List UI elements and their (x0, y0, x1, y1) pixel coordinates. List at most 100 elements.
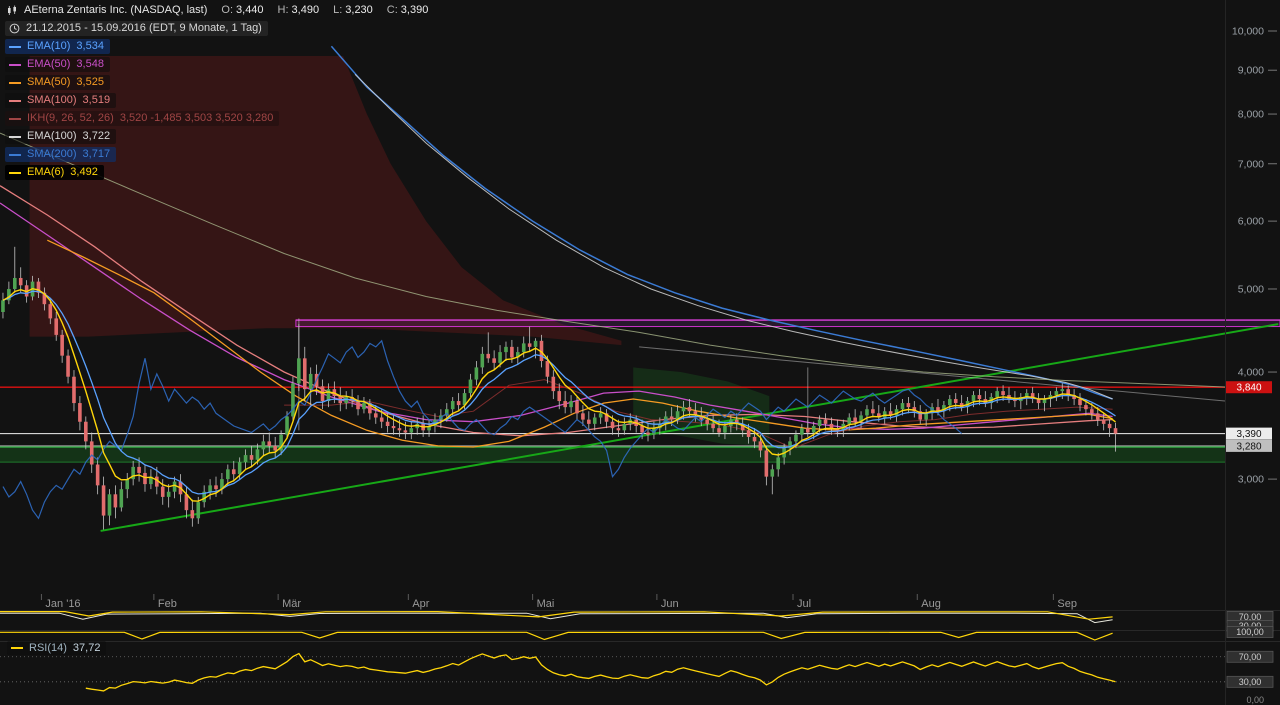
indicator-name: EMA(50) (27, 58, 71, 70)
candle (977, 395, 982, 400)
svg-text:Mai: Mai (537, 598, 555, 610)
candle (1054, 391, 1059, 396)
candle (569, 401, 573, 408)
candle (563, 401, 567, 408)
candle (823, 419, 828, 424)
svg-text:7,000: 7,000 (1238, 158, 1264, 170)
indicator-strip-1[interactable]: 70,0030,00 (0, 610, 1274, 632)
candle (190, 510, 195, 519)
resistance-rectangle[interactable] (295, 319, 1280, 328)
indicator-value: 37,72 (72, 642, 101, 654)
candle (557, 391, 562, 402)
candle (971, 395, 976, 402)
rsi-panel[interactable]: 70,00 30,00 0,00 (0, 650, 1274, 705)
svg-text:Jul: Jul (797, 598, 811, 610)
candle (853, 417, 857, 422)
candle (882, 411, 887, 418)
candle (545, 361, 550, 377)
candle (468, 379, 473, 394)
open-value: O: 3,440 (221, 4, 264, 16)
candle (723, 426, 727, 433)
candle (243, 455, 248, 463)
legend-color-dash (9, 117, 21, 120)
candle (575, 401, 579, 414)
indicator-strip-2[interactable]: 100,00 (0, 626, 1274, 641)
candle (137, 466, 141, 473)
candle (166, 491, 171, 497)
candle (587, 419, 591, 424)
candle (533, 340, 538, 347)
price-axis[interactable]: 10,000 9,000 8,000 7,000 6,000 5,000 4,000 3,00… (1226, 26, 1277, 486)
legend-item-ema50[interactable]: EMA(50) 3,548 (5, 57, 110, 72)
candle (527, 343, 532, 347)
time-axis[interactable]: Jan '16 Feb Mär Apr Mai Jun Jul Aug Sep (40, 594, 1077, 610)
candle (646, 432, 650, 435)
candle (640, 426, 644, 433)
candle (95, 464, 100, 486)
legend-item-ikh[interactable]: IKH(9, 26, 52, 26) 3,520 -1,485 3,503 3,5… (5, 111, 280, 126)
candle (143, 472, 147, 485)
legend-color-dash (11, 647, 23, 649)
candle (681, 407, 686, 412)
candle (1095, 413, 1100, 420)
overlay-EMA(100)[interactable] (354, 74, 1113, 400)
candle (610, 421, 615, 429)
rsi-line (85, 652, 1116, 692)
svg-text:Jan '16: Jan '16 (45, 598, 80, 610)
candle (397, 428, 402, 431)
candle (758, 441, 763, 451)
candle (18, 277, 23, 286)
candle (948, 399, 952, 406)
legend-item-ema6[interactable]: EMA(6) 3,492 (5, 165, 104, 180)
legend-color-dash (9, 171, 21, 174)
clock-icon (9, 23, 20, 34)
svg-text:Feb: Feb (158, 598, 177, 610)
candle (450, 401, 455, 410)
indicator-value: 3,525 (76, 76, 104, 88)
candle (403, 430, 408, 433)
candle (480, 353, 485, 368)
svg-text:Aug: Aug (921, 598, 941, 610)
candle (1107, 423, 1112, 429)
candle (900, 403, 905, 410)
svg-text:3,840: 3,840 (1236, 383, 1261, 394)
candle (273, 445, 277, 451)
legend-color-dash (9, 99, 21, 102)
candle (592, 417, 597, 424)
legend-color-dash (9, 81, 21, 84)
svg-text:3,000: 3,000 (1238, 474, 1264, 486)
candlestick-icon (7, 5, 18, 16)
legend-item-ema100[interactable]: EMA(100) 3,722 (5, 129, 117, 144)
svg-text:100,00: 100,00 (1236, 627, 1264, 637)
candle (1101, 419, 1106, 424)
indicator-name: EMA(10) (27, 40, 71, 52)
legend-item-ema10[interactable]: EMA(10) 3,534 (5, 39, 110, 54)
candle (687, 407, 692, 412)
indicator-name: RSI(14) (29, 642, 67, 654)
candle (817, 419, 822, 427)
candle (800, 428, 804, 435)
candle (255, 449, 260, 460)
candle (521, 343, 526, 353)
overlay-SMA(200)[interactable] (330, 45, 1113, 400)
period-selector[interactable]: 21.12.2015 - 15.09.2016 (EDT, 9 Monate, … (5, 21, 268, 36)
support-band[interactable] (0, 446, 1225, 463)
candle (598, 413, 603, 418)
legend-item-sma50[interactable]: SMA(50) 3,525 (5, 75, 110, 90)
candle (78, 403, 82, 422)
indicator-value: 3,519 (82, 94, 111, 106)
svg-text:10,000: 10,000 (1232, 26, 1264, 38)
svg-text:Jun: Jun (661, 598, 679, 610)
legend-item-sma200[interactable]: SMA(200) 3,717 (5, 147, 117, 162)
rsi-legend[interactable]: RSI(14) 37,72 (7, 641, 107, 655)
candle (291, 383, 295, 417)
legend-item-sma100[interactable]: SMA(100) 3,519 (5, 93, 117, 108)
candle (362, 403, 366, 410)
candle (811, 426, 816, 433)
indicator-value: 3,722 (82, 130, 111, 142)
candle (474, 367, 479, 380)
indicator-value: 3,548 (76, 58, 104, 70)
svg-text:5,000: 5,000 (1238, 283, 1264, 295)
candle (237, 462, 242, 475)
instrument-header[interactable]: AEterna Zentaris Inc. (NASDAQ, last) O: 3… (5, 3, 434, 18)
